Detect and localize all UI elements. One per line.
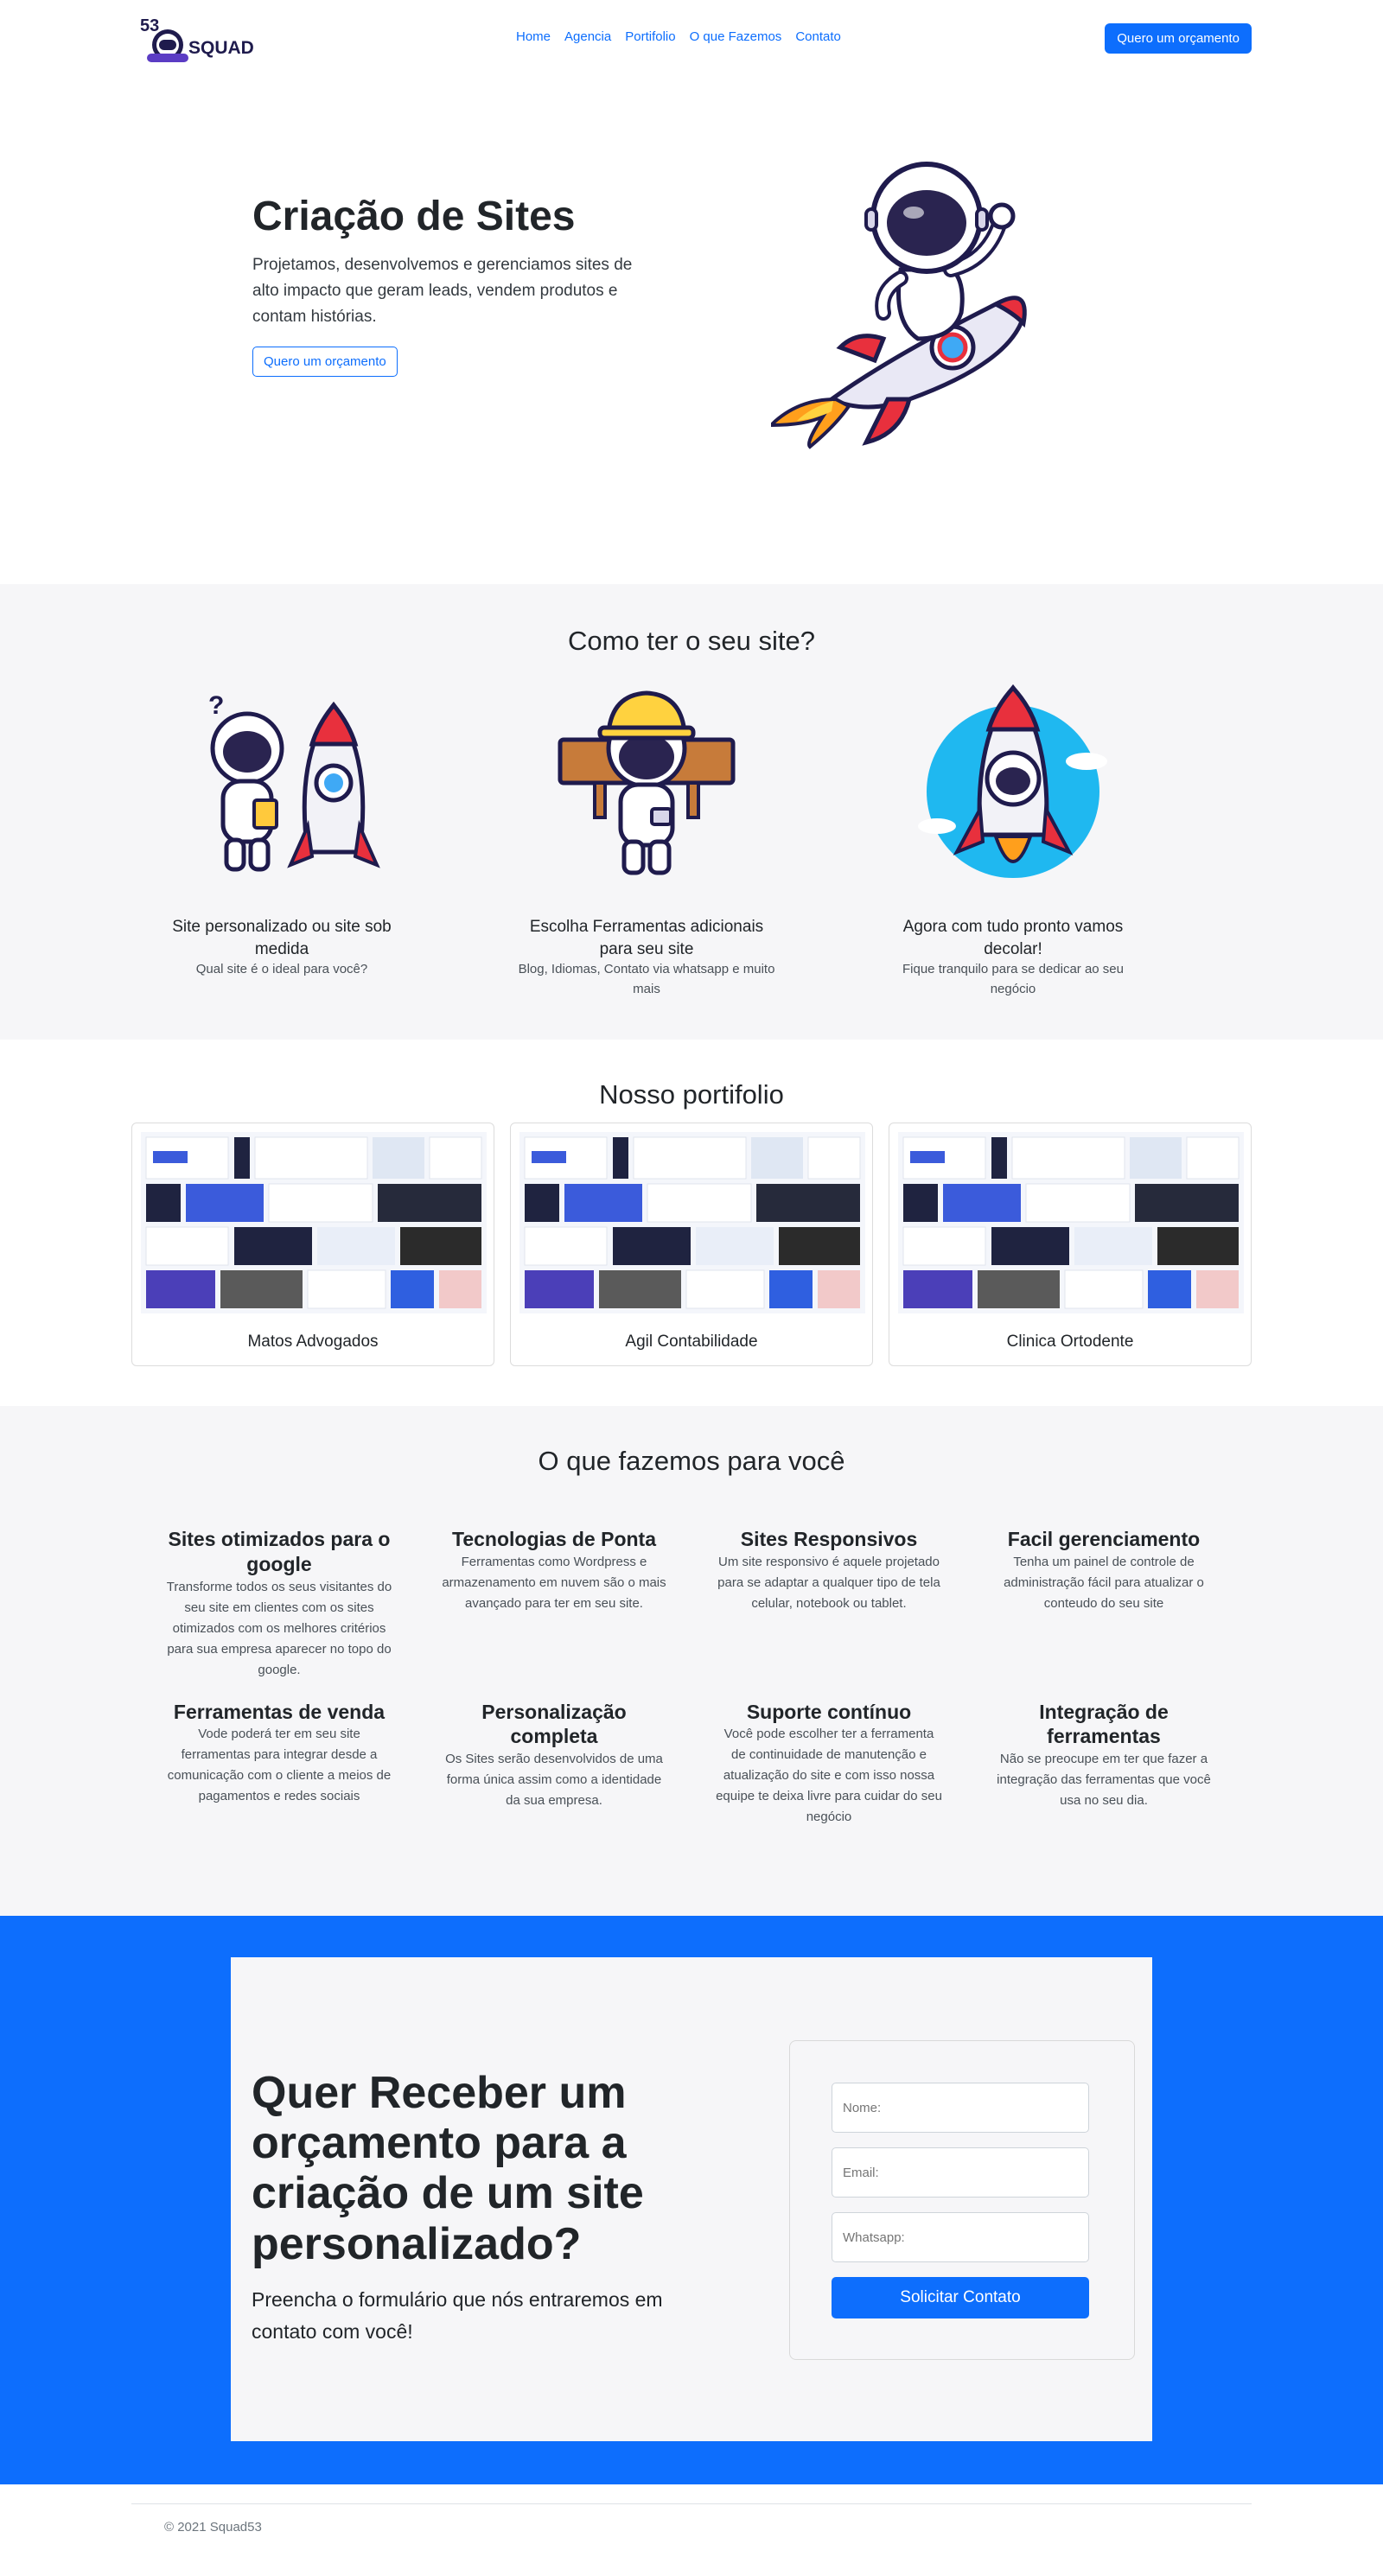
portfolio-card[interactable]: Agil Contabilidade [510,1123,873,1366]
service-title: Suporte contínuo [746,1700,912,1723]
contact-panel: Quer Receber um orçamento para a criação… [231,1957,1152,2441]
astronaut-construction-icon [558,690,736,875]
service-title: Personalização completa [481,1700,627,1748]
astronaut-with-rocket-icon: ? [208,691,380,872]
name-field[interactable] [832,2083,1089,2133]
whatsapp-field[interactable] [832,2212,1089,2262]
service-item: Sites Responsivos Um site responsivo é aq… [716,1527,942,1681]
hero-section: Criação de Sites Projetamos, desenvolvem… [131,80,1252,584]
step-card: Escolha Ferramentas adicionais para seu … [517,679,776,999]
contact-section: Quer Receber um orçamento para a criação… [0,1916,1383,2484]
navbar: 53 SQUAD Home Agencia Portifolio O que F… [131,0,1252,80]
footer-copyright: © 2021 Squad53 [164,2520,262,2535]
contact-title: Quer Receber um orçamento para a criação… [252,2068,644,2269]
hero-text: Criação de Sites Projetamos, desenvolvem… [252,192,659,377]
logo-word: SQUAD [188,38,254,58]
footer: © 2021 Squad53 [131,2503,1252,2564]
email-field[interactable] [832,2147,1089,2198]
service-title: Sites Responsivos [740,1528,918,1550]
portfolio-card-title: Matos Advogados [247,1333,379,1351]
website-mockup-collage-image [519,1132,865,1313]
service-text: Os Sites serão desenvolvidos de uma form… [445,1752,663,1808]
portfolio-card-title: Clinica Ortodente [1006,1333,1134,1351]
hero-title: Criação de Sites [252,194,576,239]
step-text: Qual site é o ideal para você? [195,962,368,977]
services-section: O que fazemos para você Sites otimizados… [0,1406,1383,1916]
brand-logo[interactable]: 53 SQUAD [140,16,261,67]
service-item: Facil gerenciamento Tenha um painel de co… [991,1527,1217,1681]
portfolio-thumbnail [141,1132,487,1313]
service-title: Facil gerenciamento [1007,1528,1201,1550]
service-title: Ferramentas de venda [173,1700,386,1723]
logo-number: 53 [140,16,159,35]
nav-quote-button[interactable]: Quero um orçamento [1105,23,1252,54]
contact-lead: Preencha o formulário que nós entraremos… [252,2288,663,2343]
service-item: Tecnologias de Ponta Ferramentas como Wor… [441,1527,667,1681]
step-text: Blog, Idiomas, Contato via whatsapp e mu… [518,962,775,996]
astronaut-logo-icon: 53 SQUAD [140,16,254,62]
step-text: Fique tranquilo para se dedicar ao seu n… [902,962,1124,996]
website-mockup-collage-image [141,1132,487,1313]
service-item: Sites otimizados para o google Transforme… [166,1527,392,1681]
portfolio-section: Nosso portifolio Matos Advogados Agil Co… [131,1040,1252,1406]
nav-link-contato[interactable]: Contato [795,29,841,44]
service-text: Um site responsivo é aquele projetado pa… [717,1554,940,1611]
hero-quote-button[interactable]: Quero um orçamento [252,346,398,377]
portfolio-card[interactable]: Clinica Ortodente [889,1123,1252,1366]
steps-title: Como ter o seu site? [567,626,816,656]
step-title: Escolha Ferramentas adicionais para seu … [529,918,764,958]
nav-link-agencia[interactable]: Agencia [564,29,611,44]
service-title: Sites otimizados para o google [168,1528,391,1575]
service-item: Personalização completa Os Sites serão de… [441,1700,667,1829]
request-contact-button[interactable]: Solicitar Contato [832,2277,1089,2318]
service-title: Tecnologias de Ponta [452,1528,656,1550]
how-to-section: Como ter o seu site? ? Site personalizad… [0,584,1383,1040]
contact-form: Solicitar Contato [789,2040,1135,2360]
step-card: Agora com tudo pronto vamos decolar! Fiq… [883,679,1143,999]
service-text: Tenha um painel de controle de administr… [1004,1554,1204,1611]
portfolio-card[interactable]: Matos Advogados [131,1123,494,1366]
step-title: Site personalizado ou site sob medida [172,918,392,958]
service-item: Suporte contínuo Você pode escolher ter a… [716,1700,942,1829]
service-item: Ferramentas de venda Vode poderá ter em s… [166,1700,392,1829]
portfolio-card-title: Agil Contabilidade [625,1333,758,1351]
svg-text:?: ? [208,691,224,720]
astronaut-in-rocket-icon [918,684,1107,878]
service-text: Ferramentas como Wordpress e armazenamen… [442,1554,666,1611]
astronaut-riding-rocket-illustration [771,162,1027,449]
nav-link-o-que-fazemos[interactable]: O que Fazemos [690,29,782,44]
nav-link-portifolio[interactable]: Portifolio [625,29,675,44]
website-mockup-collage-image [898,1132,1244,1313]
step-title: Agora com tudo pronto vamos decolar! [902,918,1124,958]
step-card: ? Site personalizado ou site sob medida … [152,679,411,980]
service-text: Vode poderá ter em seu site ferramentas … [167,1727,392,1804]
portfolio-thumbnail [898,1132,1244,1313]
service-text: Transforme todos os seus visitantes do s… [166,1579,392,1677]
services-title: O que fazemos para você [538,1446,845,1476]
service-text: Você pode escolher ter a ferramenta de c… [716,1727,942,1825]
service-text: Não se preocupe em ter que fazer a integ… [997,1752,1211,1808]
service-title: Integração de ferramentas [1039,1700,1169,1748]
portfolio-thumbnail [519,1132,865,1313]
hero-lead: Projetamos, desenvolvemos e gerenciamos … [252,255,633,327]
nav-link-home[interactable]: Home [516,29,551,44]
nav-links: Home Agencia Portifolio O que Fazemos Co… [516,29,841,44]
portfolio-title: Nosso portifolio [599,1079,784,1110]
service-item: Integração de ferramentas Não se preocupe… [991,1700,1217,1829]
